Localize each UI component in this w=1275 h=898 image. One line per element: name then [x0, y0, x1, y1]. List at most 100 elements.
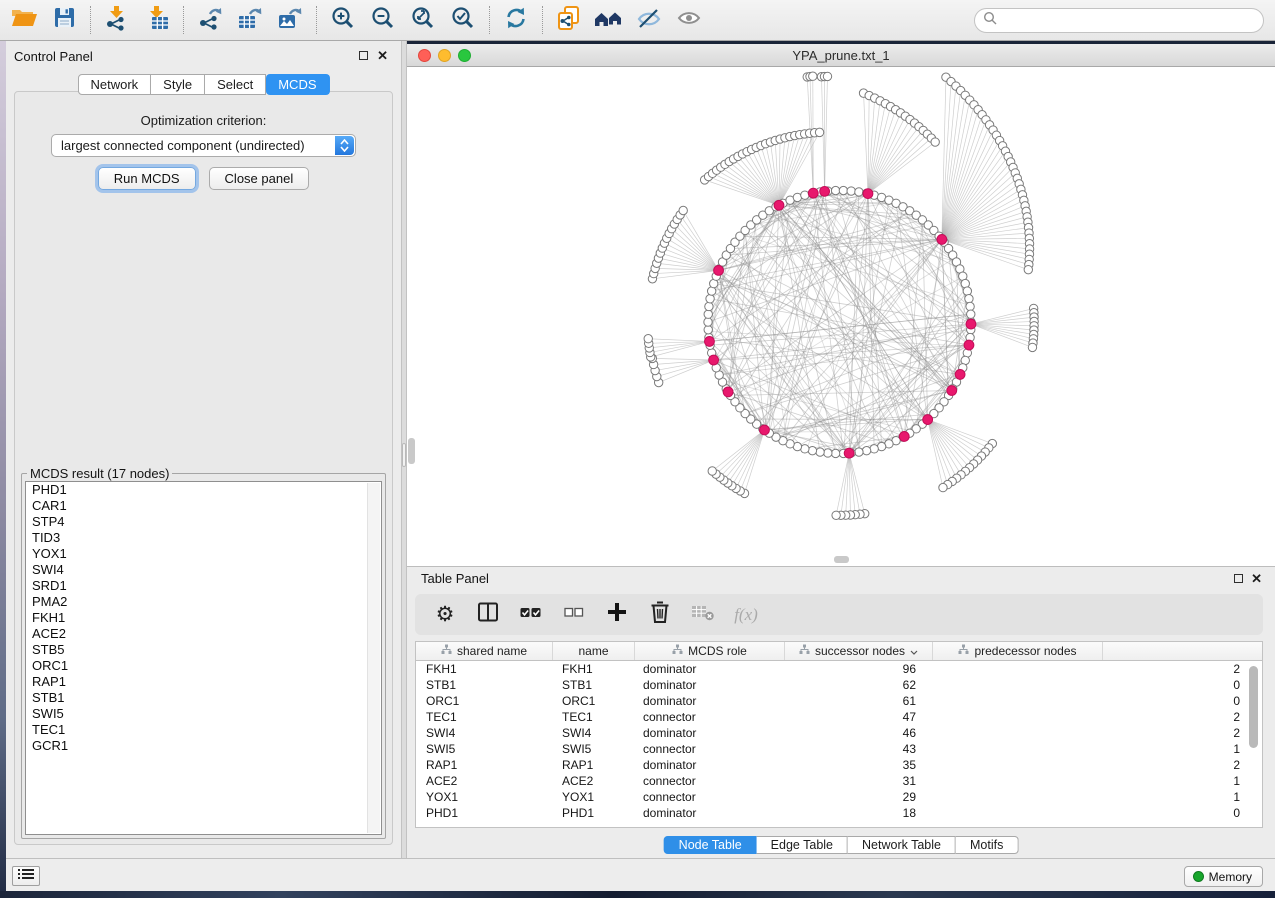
tab-network-table[interactable]: Network Table: [848, 836, 956, 854]
float-table-panel-icon[interactable]: [1234, 574, 1243, 583]
tab-node-table[interactable]: Node Table: [664, 836, 757, 854]
network-window-titlebar[interactable]: YPA_prune.txt_1: [407, 44, 1275, 67]
table-toolbar: ⚙ f(x): [415, 594, 1263, 635]
refresh-button[interactable]: [496, 2, 536, 38]
table-row[interactable]: SWI4SWI4dominator462: [416, 725, 1262, 741]
mcds-result-item[interactable]: RAP1: [26, 674, 381, 690]
open-session-button[interactable]: [4, 2, 44, 38]
mcds-result-item[interactable]: CAR1: [26, 498, 381, 514]
zoom-selected-icon: [450, 5, 476, 36]
tab-network[interactable]: Network: [77, 74, 151, 95]
table-cell: 61: [785, 693, 933, 709]
mcds-result-item[interactable]: STP4: [26, 514, 381, 530]
tab-select[interactable]: Select: [205, 74, 266, 95]
mcds-result-item[interactable]: GCR1: [26, 738, 381, 754]
mcds-result-item[interactable]: TID3: [26, 530, 381, 546]
zoom-in-button[interactable]: [323, 2, 363, 38]
hide-selected-button[interactable]: [629, 2, 669, 38]
unselect-all-columns-button[interactable]: [562, 602, 586, 628]
table-cell: TEC1: [416, 709, 553, 725]
table-cell: 2: [933, 709, 1262, 725]
mcds-result-item[interactable]: STB1: [26, 690, 381, 706]
close-panel-button[interactable]: Close panel: [209, 167, 310, 190]
mcds-result-item[interactable]: ACE2: [26, 626, 381, 642]
table-settings-button[interactable]: ⚙: [433, 602, 457, 628]
columns-icon: [476, 600, 500, 629]
show-columns-button[interactable]: [476, 602, 500, 628]
table-row[interactable]: TEC1TEC1connector472: [416, 709, 1262, 725]
column-header-name[interactable]: name: [553, 642, 635, 660]
mcds-result-item[interactable]: SWI4: [26, 562, 381, 578]
optimization-criterion-select[interactable]: largest connected component (undirected): [51, 134, 356, 157]
network-graph[interactable]: [407, 67, 1275, 566]
column-header-predecessor-nodes[interactable]: predecessor nodes: [933, 642, 1103, 660]
delete-column-button[interactable]: [648, 602, 672, 628]
mcds-result-item[interactable]: ORC1: [26, 658, 381, 674]
tab-style[interactable]: Style: [151, 74, 205, 95]
table-row[interactable]: ACE2ACE2connector311: [416, 773, 1262, 789]
mcds-result-list[interactable]: PHD1CAR1STP4TID3YOX1SWI4SRD1PMA2FKH1ACE2…: [25, 481, 382, 835]
create-column-button[interactable]: [605, 602, 629, 628]
table-row[interactable]: YOX1YOX1connector291: [416, 789, 1262, 805]
save-session-button[interactable]: [44, 2, 84, 38]
tab-mcds[interactable]: MCDS: [266, 74, 329, 95]
export-table-button[interactable]: [230, 2, 270, 38]
function-builder-button-disabled[interactable]: f(x): [734, 602, 758, 628]
search-field[interactable]: [974, 8, 1264, 33]
import-table-icon: [144, 5, 170, 36]
splitter-grip[interactable]: [402, 443, 406, 467]
close-table-panel-icon[interactable]: ✕: [1251, 571, 1262, 587]
export-table-icon: [237, 5, 263, 36]
mcds-result-item[interactable]: SWI5: [26, 706, 381, 722]
zoom-selected-button[interactable]: [443, 2, 483, 38]
column-header-filler: [1103, 642, 1262, 660]
column-header-successor-nodes[interactable]: successor nodes: [785, 642, 933, 660]
run-mcds-button[interactable]: Run MCDS: [98, 167, 196, 190]
mcds-result-item[interactable]: SRD1: [26, 578, 381, 594]
first-neighbors-icon[interactable]: [589, 2, 629, 38]
close-panel-icon[interactable]: ✕: [377, 48, 388, 64]
network-vertical-scrollbar[interactable]: [408, 438, 415, 464]
table-row[interactable]: PHD1PHD1dominator180: [416, 805, 1262, 821]
mcds-result-item[interactable]: PMA2: [26, 594, 381, 610]
mcds-result-item[interactable]: TEC1: [26, 722, 381, 738]
mcds-result-item[interactable]: STB5: [26, 642, 381, 658]
toolbar-separator: [489, 6, 490, 34]
table-scrollbar-thumb[interactable]: [1249, 666, 1258, 748]
mcds-result-item[interactable]: FKH1: [26, 610, 381, 626]
plus-icon: [606, 601, 628, 628]
zoom-fit-button[interactable]: [403, 2, 443, 38]
export-image-button[interactable]: [270, 2, 310, 38]
table-row[interactable]: FKH1FKH1dominator962: [416, 661, 1262, 677]
show-all-button[interactable]: [669, 2, 709, 38]
table-row[interactable]: ORC1ORC1dominator610: [416, 693, 1262, 709]
select-all-columns-button[interactable]: [519, 602, 543, 628]
tab-edge-table[interactable]: Edge Table: [757, 836, 848, 854]
mcds-result-item[interactable]: PHD1: [26, 482, 381, 498]
network-view[interactable]: [407, 67, 1275, 566]
export-network-button[interactable]: [190, 2, 230, 38]
table-row[interactable]: SWI5SWI5connector431: [416, 741, 1262, 757]
table-row[interactable]: STB1STB1dominator620: [416, 677, 1262, 693]
table-cell: 0: [933, 677, 1262, 693]
float-window-icon[interactable]: [359, 51, 368, 60]
tab-motifs[interactable]: Motifs: [956, 836, 1018, 854]
mcds-result-item[interactable]: YOX1: [26, 546, 381, 562]
memory-button[interactable]: Memory: [1184, 866, 1263, 887]
network-horizontal-scrollbar[interactable]: [834, 556, 849, 563]
result-scrollbar-track[interactable]: [367, 483, 380, 833]
import-network-button[interactable]: [97, 2, 137, 38]
search-input[interactable]: [1003, 13, 1243, 28]
table-cell: FKH1: [416, 661, 553, 677]
zoom-out-button[interactable]: [363, 2, 403, 38]
column-header-mcds-role[interactable]: MCDS role: [635, 642, 785, 660]
column-header-shared-name[interactable]: shared name: [416, 642, 553, 660]
import-table-button[interactable]: [137, 2, 177, 38]
table-cell: STB1: [553, 677, 635, 693]
table-row[interactable]: RAP1RAP1dominator352: [416, 757, 1262, 773]
delete-table-button-disabled[interactable]: [691, 602, 715, 628]
clone-network-button[interactable]: [549, 2, 589, 38]
table-cell: 2: [933, 757, 1262, 773]
task-history-button[interactable]: [12, 866, 40, 886]
checked-boxes-icon: [520, 601, 542, 628]
